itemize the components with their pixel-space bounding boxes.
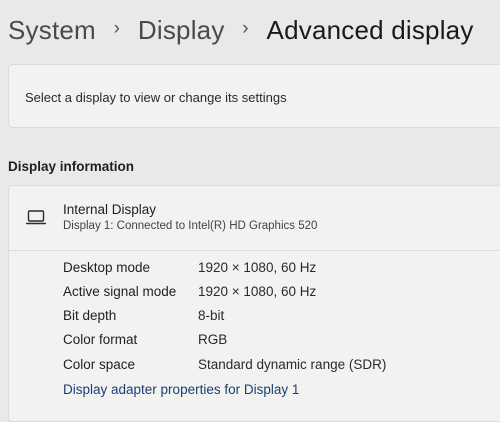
info-label: Color format bbox=[63, 332, 138, 347]
info-row-color-format: Color format RGB bbox=[63, 332, 500, 352]
display-header-card: Internal Display Display 1: Connected to… bbox=[8, 185, 500, 251]
display-info-card: Desktop mode 1920 × 1080, 60 Hz Active s… bbox=[8, 250, 500, 422]
breadcrumb: System › Display › Advanced display bbox=[8, 10, 500, 50]
display-name: Internal Display bbox=[63, 202, 157, 217]
info-row-color-space: Color space Standard dynamic range (SDR) bbox=[63, 357, 500, 377]
page-title: Advanced display bbox=[266, 14, 474, 45]
info-value: Standard dynamic range (SDR) bbox=[198, 357, 387, 372]
display-adapter-properties-link[interactable]: Display adapter properties for Display 1 bbox=[63, 382, 299, 397]
info-value: 8-bit bbox=[198, 308, 225, 323]
info-row-bit-depth: Bit depth 8-bit bbox=[63, 308, 500, 328]
info-label: Bit depth bbox=[63, 308, 117, 323]
info-label: Active signal mode bbox=[63, 284, 177, 299]
breadcrumb-separator-icon: › bbox=[113, 18, 121, 39]
info-value: 1920 × 1080, 60 Hz bbox=[198, 284, 317, 299]
display-select-card[interactable]: Select a display to view or change its s… bbox=[8, 64, 500, 128]
breadcrumb-system[interactable]: System bbox=[8, 15, 96, 46]
display-connection: Display 1: Connected to Intel(R) HD Grap… bbox=[63, 220, 318, 232]
laptop-monitor-icon bbox=[26, 210, 46, 225]
info-label: Desktop mode bbox=[63, 260, 151, 275]
breadcrumb-display[interactable]: Display bbox=[138, 15, 225, 46]
info-value: RGB bbox=[198, 332, 228, 347]
display-select-text: Select a display to view or change its s… bbox=[25, 90, 287, 105]
breadcrumb-separator-icon: › bbox=[242, 18, 249, 39]
info-row-active-signal-mode: Active signal mode 1920 × 1080, 60 Hz bbox=[63, 284, 500, 304]
info-row-desktop-mode: Desktop mode 1920 × 1080, 60 Hz bbox=[63, 260, 500, 280]
info-label: Color space bbox=[63, 357, 136, 372]
info-value: 1920 × 1080, 60 Hz bbox=[198, 260, 317, 275]
section-heading: Display information bbox=[8, 159, 135, 174]
